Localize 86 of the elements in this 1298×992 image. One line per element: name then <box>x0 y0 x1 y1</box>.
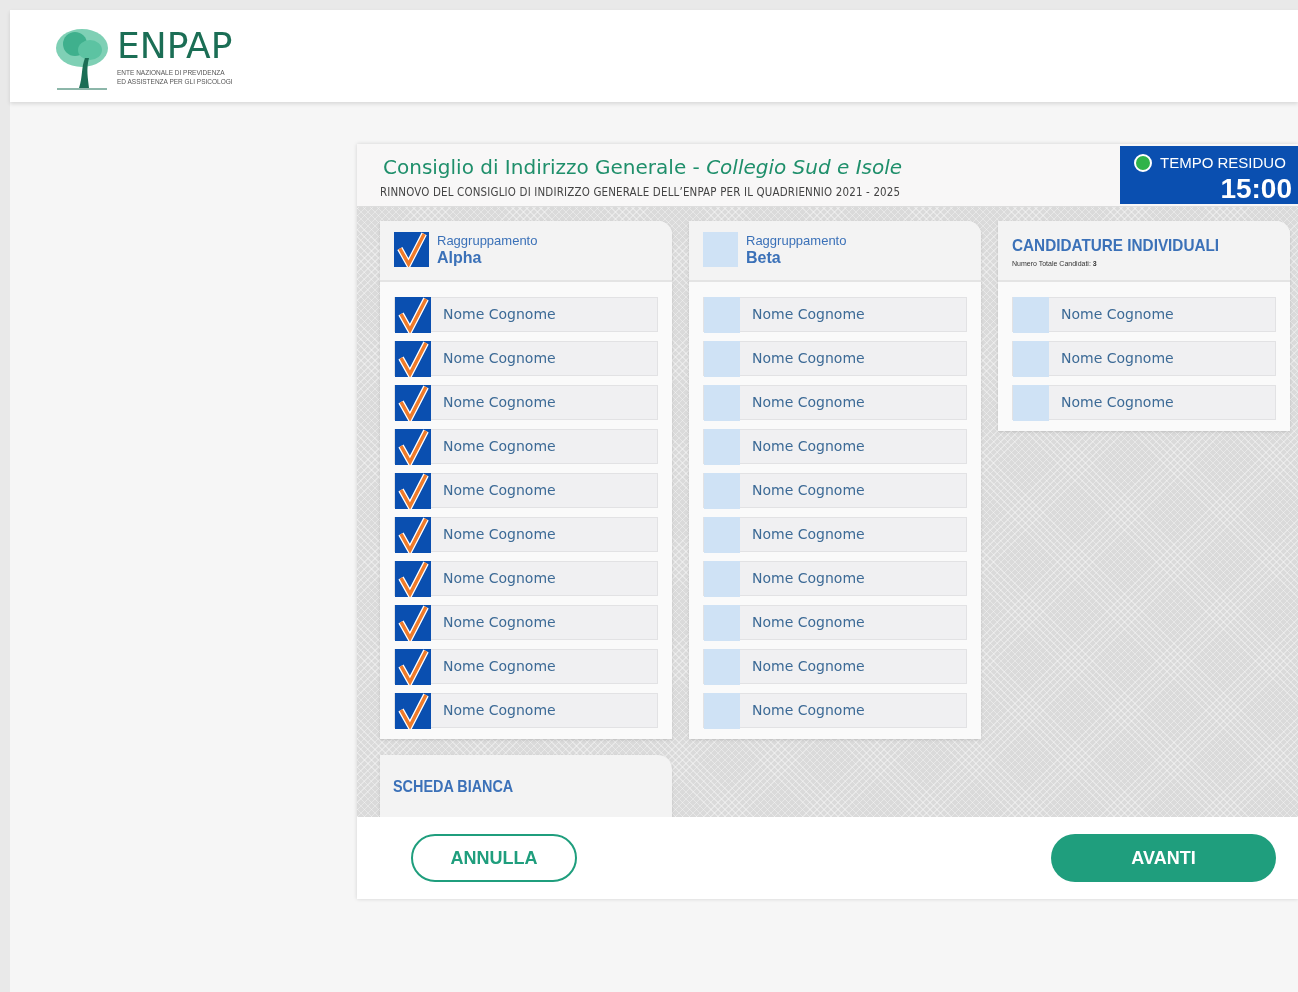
candidate-name: Nome Cognome <box>442 437 556 456</box>
candidate-row[interactable]: Nome Cognome <box>703 473 967 508</box>
candidate-row[interactable]: Nome Cognome <box>703 693 967 728</box>
candidate-row[interactable]: Nome Cognome <box>394 473 658 508</box>
candidate-row[interactable]: Nome Cognome <box>394 385 658 420</box>
ballot-title: Consiglio di Indirizzo Generale - Collegio Sud e Isole <box>382 154 904 181</box>
ballot-subtitle: RINNOVO DEL CONSIGLIO DI INDIRIZZO GENERALE DELL’ENPAP PER IL QUADRIENNIO 2021 - 2025 <box>378 183 901 201</box>
candidate-row[interactable]: Nome Cognome <box>703 341 967 376</box>
candidate-name: Nome Cognome <box>442 569 556 588</box>
checkbox[interactable] <box>395 604 431 641</box>
checkbox[interactable] <box>395 296 431 333</box>
checkbox[interactable] <box>704 472 740 509</box>
candidate-row[interactable]: Nome Cognome <box>394 297 658 332</box>
candidate-name: Nome Cognome <box>751 569 865 588</box>
checkbox[interactable] <box>704 296 740 333</box>
checkbox[interactable] <box>395 648 431 685</box>
checkbox[interactable] <box>395 516 431 553</box>
checkbox[interactable] <box>1013 340 1049 377</box>
next-button[interactable]: AVANTI <box>1051 834 1276 882</box>
section-title: CANDIDATURE INDIVIDUALI <box>1012 235 1220 257</box>
candidate-row[interactable]: Nome Cognome <box>703 429 967 464</box>
group-label: Raggruppamento <box>437 232 538 248</box>
cancel-button[interactable]: ANNULLA <box>411 834 577 882</box>
candidate-row[interactable]: Nome Cognome <box>703 649 967 684</box>
candidate-name: Nome Cognome <box>751 349 865 368</box>
candidate-name: Nome Cognome <box>442 481 556 500</box>
candidate-row[interactable]: Nome Cognome <box>703 605 967 640</box>
candidate-name: Nome Cognome <box>751 481 865 500</box>
logo-wordmark: ENPAP <box>117 28 233 64</box>
candidate-name: Nome Cognome <box>442 349 556 368</box>
checkbox[interactable] <box>704 384 740 421</box>
candidate-name: Nome Cognome <box>442 393 556 412</box>
checkbox[interactable] <box>1013 296 1049 333</box>
candidate-row[interactable]: Nome Cognome <box>394 605 658 640</box>
checkbox[interactable] <box>704 648 740 685</box>
checkbox[interactable] <box>395 560 431 597</box>
candidate-row[interactable]: Nome Cognome <box>394 561 658 596</box>
candidate-name: Nome Cognome <box>751 437 865 456</box>
candidate-row[interactable]: Nome Cognome <box>703 561 967 596</box>
group-name: Alpha <box>437 248 483 267</box>
checkbox[interactable] <box>395 384 431 421</box>
candidate-name: Nome Cognome <box>751 657 865 676</box>
candidate-name: Nome Cognome <box>442 525 556 544</box>
checkbox[interactable] <box>395 472 431 509</box>
candidate-name: Nome Cognome <box>442 701 556 720</box>
candidate-name: Nome Cognome <box>442 657 556 676</box>
checkbox[interactable] <box>395 340 431 377</box>
candidate-name: Nome Cognome <box>1060 305 1174 324</box>
group-name: Beta <box>746 248 782 267</box>
group-label: Raggruppamento <box>746 232 847 248</box>
candidate-name: Nome Cognome <box>751 393 865 412</box>
candidate-row[interactable]: Nome Cognome <box>394 693 658 728</box>
checkbox[interactable] <box>704 692 740 729</box>
checkbox[interactable] <box>704 604 740 641</box>
checkbox[interactable] <box>1013 384 1049 421</box>
candidate-name: Nome Cognome <box>751 305 865 324</box>
candidate-name: Nome Cognome <box>751 701 865 720</box>
candidate-row[interactable]: Nome Cognome <box>703 517 967 552</box>
candidate-row[interactable]: Nome Cognome <box>394 517 658 552</box>
blank-ballot-card[interactable]: SCHEDA BIANCA <box>380 755 672 817</box>
candidate-name: Nome Cognome <box>442 613 556 632</box>
candidate-row[interactable]: Nome Cognome <box>1012 341 1276 376</box>
candidate-row[interactable]: Nome Cognome <box>703 297 967 332</box>
candidate-name: Nome Cognome <box>751 613 865 632</box>
tree-logo-icon <box>55 28 109 90</box>
candidate-name: Nome Cognome <box>442 305 556 324</box>
timer-label: TEMPO RESIDUO <box>1160 153 1286 173</box>
candidate-row[interactable]: Nome Cognome <box>1012 297 1276 332</box>
candidate-name: Nome Cognome <box>1060 393 1174 412</box>
checkbox[interactable] <box>704 560 740 597</box>
checkbox[interactable] <box>395 692 431 729</box>
candidate-name: Nome Cognome <box>1060 349 1174 368</box>
blank-ballot-label: SCHEDA BIANCA <box>393 777 514 797</box>
timer-value: 15:00 <box>1219 174 1292 203</box>
candidate-name: Nome Cognome <box>751 525 865 544</box>
candidate-row[interactable]: Nome Cognome <box>394 341 658 376</box>
candidate-row[interactable]: Nome Cognome <box>394 649 658 684</box>
checkbox[interactable] <box>394 232 429 267</box>
checkbox[interactable] <box>703 232 738 267</box>
checkbox[interactable] <box>704 340 740 377</box>
checkbox[interactable] <box>395 428 431 465</box>
candidate-row[interactable]: Nome Cognome <box>1012 385 1276 420</box>
checkbox[interactable] <box>704 428 740 465</box>
checkbox[interactable] <box>704 516 740 553</box>
candidate-row[interactable]: Nome Cognome <box>394 429 658 464</box>
candidate-row[interactable]: Nome Cognome <box>703 385 967 420</box>
